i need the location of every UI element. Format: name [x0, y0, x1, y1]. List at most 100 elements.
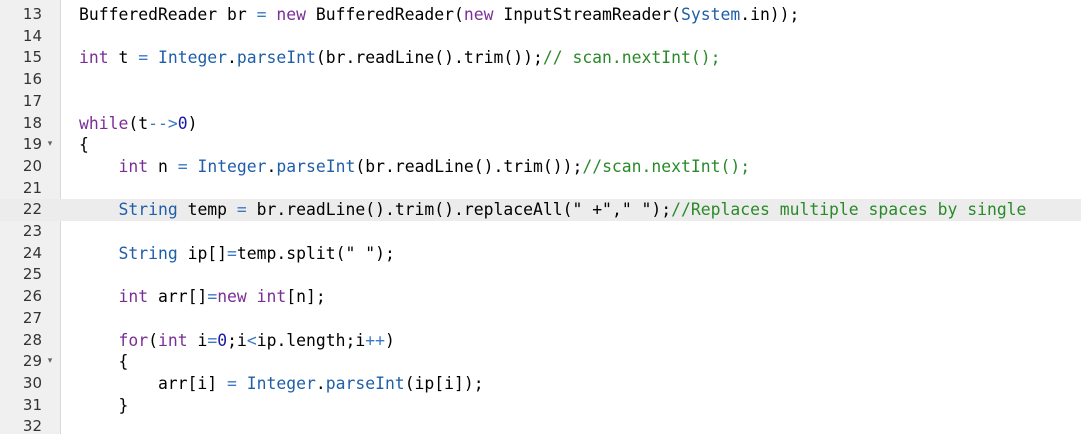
code-token: arr[] [148, 287, 208, 307]
code-token: , [611, 200, 622, 220]
line-number: 31 [22, 395, 42, 414]
code-line[interactable]: 13 BufferedReader br = new BufferedReader… [0, 4, 1081, 26]
code-token: int [118, 287, 149, 307]
line-number: 16 [22, 70, 42, 89]
code-token: InputStreamReader( [493, 5, 681, 24]
code-token: Integer [246, 373, 316, 393]
code-token: temp.split( [236, 243, 346, 263]
code-line[interactable]: 31 } [0, 395, 1081, 417]
line-code: int n = Integer.parseInt(br.readLine().t… [79, 156, 1081, 178]
code-token: arr[i] [79, 373, 228, 393]
code-line[interactable]: 26 int arr[]=new int[n]; [0, 286, 1081, 308]
code-token: String [118, 243, 178, 263]
line-code: String ip[]=temp.split(" "); [79, 243, 1081, 265]
code-token: = [236, 200, 247, 220]
code-token: ;i [227, 330, 247, 350]
code-token: new [217, 287, 247, 307]
code-token: ( [148, 330, 158, 350]
code-token: n [148, 156, 178, 176]
code-token: int [256, 287, 287, 307]
code-line[interactable]: 19 ▾ { [0, 134, 1081, 156]
line-number: 19 [22, 135, 42, 154]
code-line[interactable]: 29 ▾ { [0, 351, 1081, 373]
code-editor[interactable]: 13 BufferedReader br = new BufferedReader… [0, 0, 1081, 434]
code-line[interactable]: 28 for(int i=0;i<ip.length;i++) [0, 330, 1081, 352]
code-token: ) [385, 330, 395, 350]
code-line[interactable]: 20 int n = Integer.parseInt(br.readLine(… [0, 156, 1081, 178]
code-token: (ip[i]); [404, 373, 484, 393]
code-token: --> [148, 113, 178, 133]
line-number: 29 [22, 352, 42, 371]
code-token: = [227, 373, 237, 393]
line-number: 26 [22, 287, 42, 306]
line-number: 23 [22, 222, 42, 240]
code-line[interactable]: 24 String ip[]=temp.split(" "); [0, 243, 1081, 265]
code-token: ip[] [177, 243, 228, 263]
code-token: parseInt [325, 373, 405, 393]
code-token: . [315, 373, 326, 393]
code-token: //scan.nextInt(); [582, 156, 751, 176]
code-line[interactable]: 25 [0, 264, 1081, 286]
code-token: { [79, 135, 89, 155]
code-line[interactable]: 30 arr[i] = Integer.parseInt(ip[i]); [0, 373, 1081, 395]
code-token: BufferedReader( [305, 5, 464, 24]
code-line[interactable]: 27 [0, 308, 1081, 330]
code-token: " +" [572, 200, 612, 220]
code-token: ip.length;i [256, 330, 366, 350]
code-line[interactable]: 16 [0, 69, 1081, 91]
fold-chevron-icon[interactable]: ▾ [45, 351, 55, 373]
code-token: parseInt [236, 48, 316, 68]
code-line[interactable]: 14 [0, 26, 1081, 48]
line-code: for(int i=0;i<ip.length;i++) [79, 330, 1081, 352]
code-token: = [207, 287, 218, 307]
line-code: String temp = br.readLine().trim().repla… [79, 199, 1081, 221]
code-token: //Replaces multiple spaces by single [671, 200, 1027, 220]
code-token: parseInt [276, 156, 356, 176]
code-token: = [138, 48, 149, 68]
code-line[interactable]: 23 [0, 221, 1081, 243]
code-token: (t [128, 113, 149, 133]
line-code: int arr[]=new int[n]; [79, 286, 1081, 308]
code-line[interactable]: 17 [0, 91, 1081, 113]
code-line[interactable]: 22 String temp = br.readLine().trim().re… [0, 199, 1081, 221]
code-token: (br.readLine().trim()); [315, 48, 543, 68]
code-token: = [256, 5, 267, 24]
code-line[interactable]: 32 [0, 416, 1081, 434]
code-token: BufferedReader br [79, 5, 257, 24]
code-token: int [118, 156, 149, 176]
line-code: BufferedReader br = new BufferedReader(n… [79, 4, 1081, 26]
line-code: arr[i] = Integer.parseInt(ip[i]); [79, 373, 1081, 395]
code-token: while [79, 113, 129, 133]
code-token: new [463, 5, 494, 24]
code-token: int [79, 48, 109, 68]
code-line[interactable]: 15 int t = Integer.parseInt(br.readLine()… [0, 47, 1081, 69]
line-number: 21 [22, 178, 42, 197]
line-number: 27 [22, 308, 42, 327]
code-token: . [266, 156, 277, 176]
code-token: Integer [157, 48, 228, 68]
line-number: 30 [22, 373, 42, 392]
line-code: while(t-->0) [79, 113, 1081, 135]
line-code: { [79, 351, 1081, 373]
code-token: Integer [197, 156, 267, 176]
code-token: String [118, 200, 178, 220]
code-line[interactable]: 21 [0, 178, 1081, 200]
code-token: } [79, 395, 129, 415]
code-token: ); [375, 243, 395, 263]
code-token: br.readLine().trim().replaceAll( [246, 200, 573, 220]
code-token: = [227, 243, 237, 263]
code-token: ++ [365, 330, 386, 350]
code-line[interactable]: 18 while(t-->0) [0, 113, 1081, 135]
line-number: 25 [22, 265, 42, 284]
code-token: 0 [177, 113, 188, 133]
code-token: new [276, 5, 306, 24]
code-token: // scan.nextInt(); [542, 48, 721, 68]
fold-chevron-icon[interactable]: ▾ [45, 134, 55, 156]
code-token: 0 [217, 330, 228, 350]
